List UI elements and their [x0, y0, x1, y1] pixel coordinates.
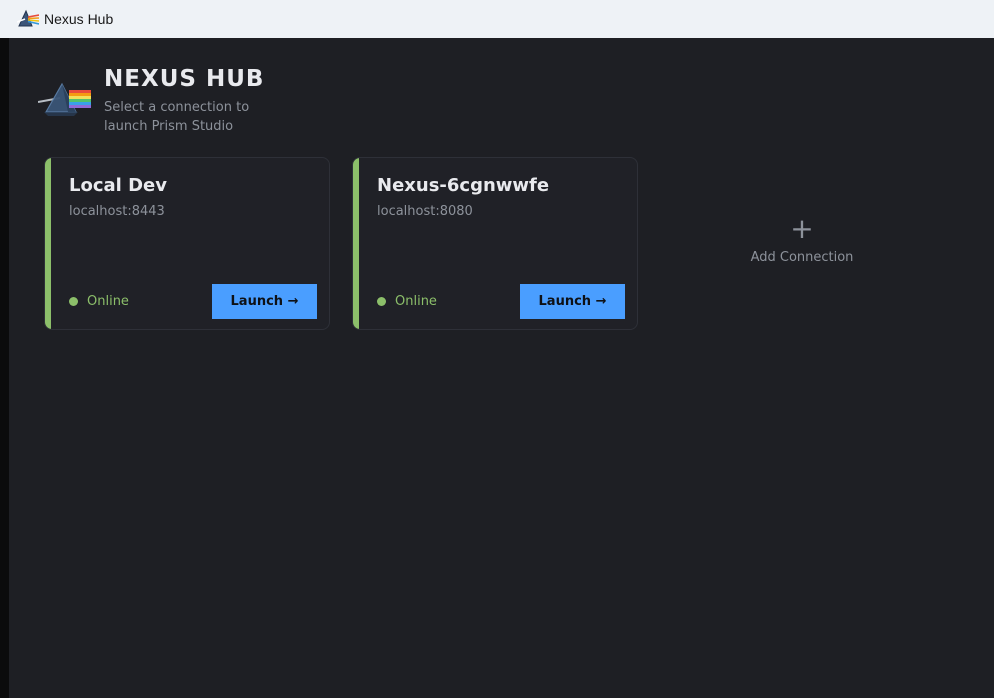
add-connection-label: Add Connection	[750, 250, 854, 265]
window-left-edge	[0, 38, 9, 698]
add-connection-button[interactable]: + Add Connection	[700, 212, 904, 284]
launch-button[interactable]: Launch →	[212, 284, 317, 319]
prism-app-icon	[17, 9, 39, 27]
app-title: NEXUS HUB	[104, 66, 265, 92]
app-subtitle: Select a connection to launch Prism Stud…	[104, 100, 250, 134]
status-label: Online	[87, 294, 129, 309]
window-titlebar: Nexus Hub	[0, 0, 994, 38]
connection-host: localhost:8080	[377, 204, 473, 219]
status-accent-bar	[353, 158, 359, 329]
window-title: Nexus Hub	[44, 11, 114, 27]
status-dot-icon	[377, 297, 386, 306]
connection-host: localhost:8443	[69, 204, 165, 219]
main-content	[9, 38, 994, 698]
prism-logo	[38, 82, 91, 116]
status-label: Online	[395, 294, 437, 309]
connection-name: Nexus-6cgnwwfe	[377, 175, 550, 196]
connection-card: Nexus-6cgnwwfe localhost:8080 Online Lau…	[352, 157, 638, 330]
plus-icon: +	[790, 212, 814, 245]
connection-card: Local Dev localhost:8443 Online Launch →	[44, 157, 330, 330]
connection-name: Local Dev	[69, 175, 167, 196]
connection-status: Online	[69, 294, 129, 309]
status-dot-icon	[69, 297, 78, 306]
launch-button[interactable]: Launch →	[520, 284, 625, 319]
status-accent-bar	[45, 158, 51, 329]
connection-status: Online	[377, 294, 437, 309]
